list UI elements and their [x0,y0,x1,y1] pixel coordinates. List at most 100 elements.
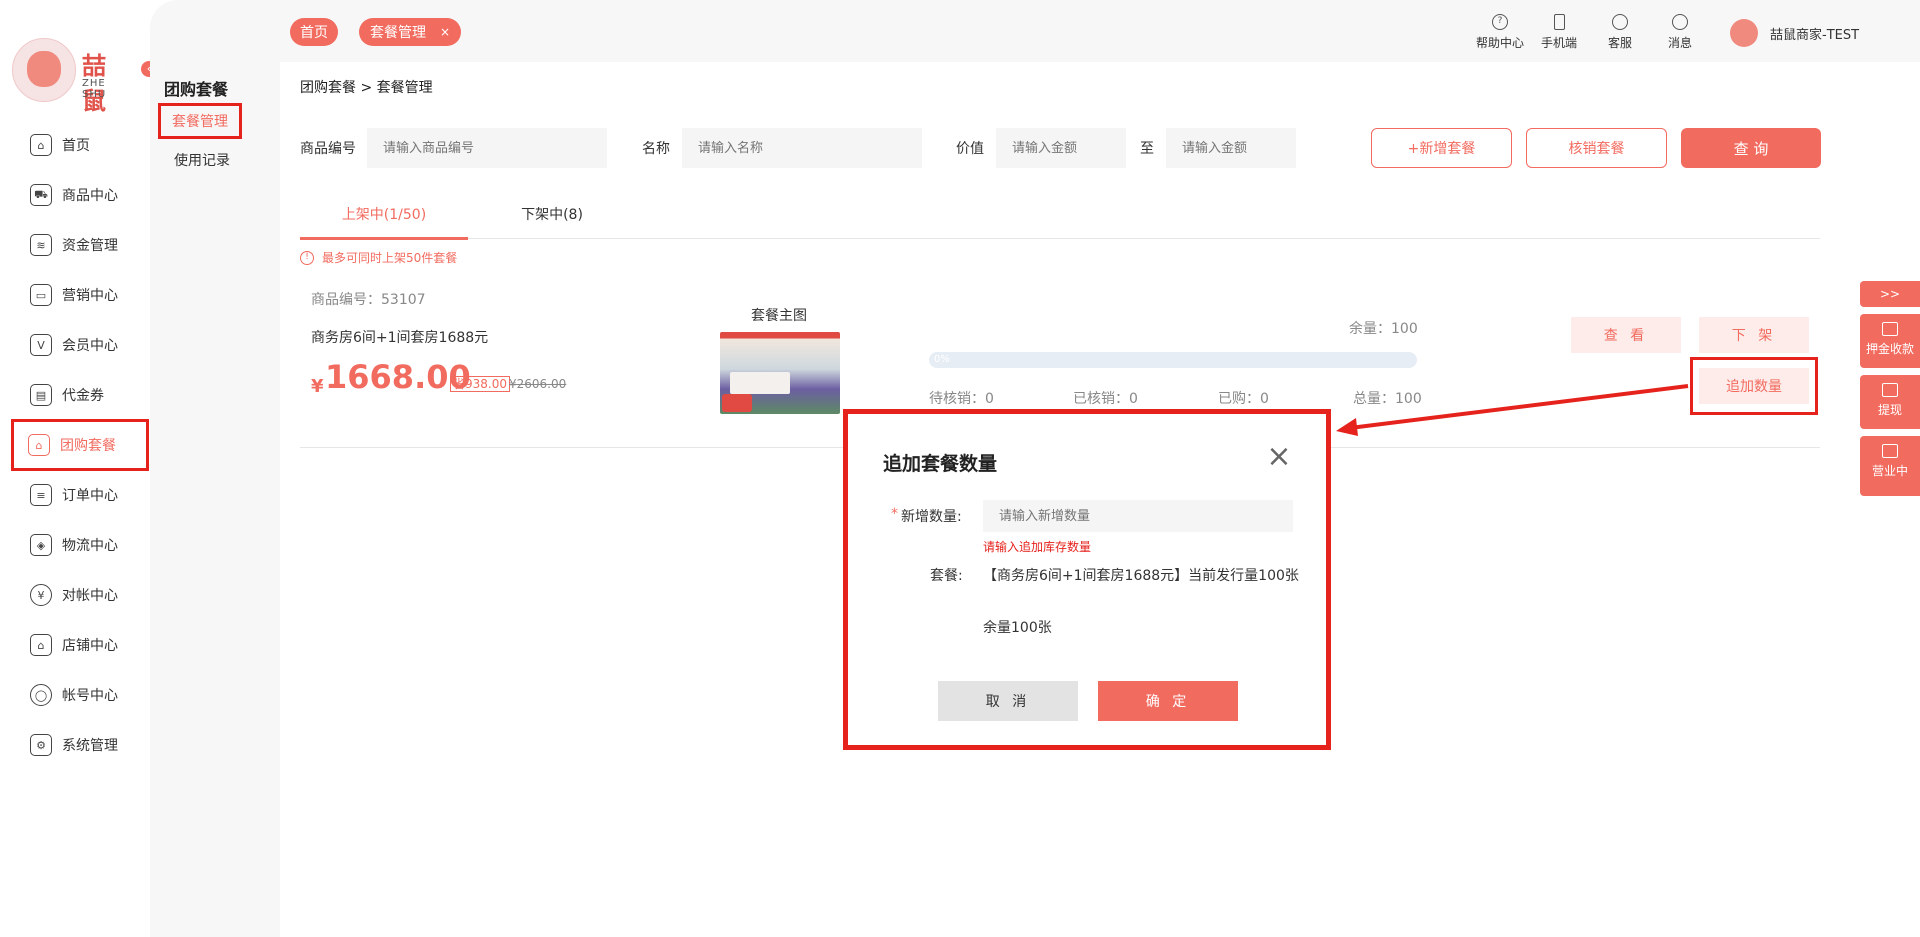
quantity-label: 新增数量: [901,509,962,525]
float-label: 营业中 [1871,464,1908,478]
sidebar-item-label: 首页 [62,138,90,154]
order-icon: ≡ [30,484,52,506]
vip-card-icon: V [30,334,52,356]
sidebar-item-home[interactable]: ⌂ 首页 [12,125,148,165]
verify-package-button[interactable]: 核销套餐 [1526,128,1667,168]
user-icon: ◯ [30,684,52,706]
sidebar-item-label: 店铺中心 [62,638,118,654]
sidebar-item-label: 系统管理 [62,738,118,754]
bought-count: 已购：0 [1218,391,1269,407]
home-icon: ⌂ [30,134,52,156]
cancel-button[interactable]: 取 消 [938,681,1078,721]
sidebar-item-label: 代金券 [62,388,104,404]
sidebar-item-label: 营销中心 [62,288,118,304]
add-quantity-button[interactable]: 追加数量 [1699,368,1809,404]
sidebar-item-label: 对帐中心 [62,588,118,604]
quantity-input[interactable] [983,500,1293,532]
tab-on-sale[interactable]: 上架中(1/50) [300,204,468,240]
sidebar-item-products[interactable]: ⛟ 商品中心 [12,175,148,215]
phone-icon [1553,14,1565,30]
withdraw-button[interactable]: 提现 [1860,375,1920,429]
close-icon[interactable]: × [440,25,450,39]
sales-progress-bar [929,352,1417,368]
tool-label: 客服 [1607,36,1632,50]
settings-icon: ⚙ [30,734,52,756]
value-label: 价值 [956,141,984,157]
sidebar-item-coupons[interactable]: ▤ 代金券 [12,375,148,415]
tab-label: 套餐管理 [369,25,426,41]
progress-text: 0% [934,354,950,365]
sidebar-item-label: 团购套餐 [60,438,116,454]
card-icon [1882,322,1898,336]
deposit-collection-button[interactable]: 押金收款 [1860,314,1920,368]
help-center[interactable]: ? 帮助中心 [1472,14,1528,51]
breadcrumb: 团购套餐 > 套餐管理 [300,80,433,96]
original-price: ¥2606.00 [509,377,567,391]
view-button[interactable]: 查 看 [1571,317,1681,353]
code-label: 商品编号 [300,141,356,157]
avatar[interactable] [1730,19,1758,47]
sidebar-item-logistics[interactable]: ◈ 物流中心 [12,525,148,565]
tool-label: 消息 [1667,36,1692,50]
merchant-name[interactable]: 喆鼠商家-TEST [1770,24,1859,43]
remaining-quantity: 余量：100 [1349,321,1418,337]
customer-service[interactable]: 客服 [1592,14,1648,51]
warning-message: ! 最多可同时上架50件套餐 [300,249,457,266]
shop-icon: ⌂ [30,634,52,656]
chat-icon [1672,14,1688,30]
business-status-button[interactable]: 营业中 [1860,436,1920,496]
float-toggle-button[interactable]: >> [1860,281,1920,307]
tab-off-sale[interactable]: 下架中(8) [478,204,626,226]
sidebar-item-label: 资金管理 [62,238,118,254]
tool-label: 手机端 [1540,36,1577,50]
remaining-info: 余量100张 [983,620,1052,636]
annotation-arrow [1336,384,1689,436]
sub-sidebar [150,0,280,937]
tab-home[interactable]: 首页 [290,18,338,46]
mobile[interactable]: 手机端 [1531,14,1587,51]
marketing-icon: ▭ [30,284,52,306]
sidebar-item-system[interactable]: ⚙ 系统管理 [12,725,148,765]
sidebar-item-reconciliation[interactable]: ¥ 对帐中心 [12,575,148,615]
sidebar-item-members[interactable]: V 会员中心 [12,325,148,365]
confirm-button[interactable]: 确 定 [1098,681,1238,721]
min-value-input[interactable] [996,128,1126,168]
sidebar-item-funds[interactable]: ≋ 资金管理 [12,225,148,265]
sidebar-item-label: 帐号中心 [62,688,118,704]
float-label: 提现 [1877,403,1902,417]
package-main-image[interactable] [720,332,840,414]
quantity-error: 请输入追加库存数量 [983,540,1092,554]
box-icon: ◈ [30,534,52,556]
max-value-input[interactable] [1166,128,1296,168]
float-label: 押金收款 [1865,342,1914,356]
coupon-icon: ▤ [30,384,52,406]
sidebar-item-marketing[interactable]: ▭ 营销中心 [12,275,148,315]
sidebar-item-group-packages[interactable]: ⌂ 团购套餐 [11,419,149,471]
add-package-button[interactable]: +新增套餐 [1371,128,1512,168]
alert-icon: ! [300,250,314,265]
messages[interactable]: 消息 [1652,14,1708,51]
headset-icon [1612,14,1628,30]
package-label: 套餐: [930,568,963,584]
take-down-button[interactable]: 下 架 [1699,317,1809,353]
name-input[interactable] [682,128,922,168]
code-input[interactable] [367,128,607,168]
sidebar-item-orders[interactable]: ≡ 订单中心 [12,475,148,515]
subnav-item-usage-records[interactable]: 使用记录 [174,150,230,170]
sidebar-item-shop[interactable]: ⌂ 店铺中心 [12,625,148,665]
question-icon: ? [1492,14,1508,30]
bag-icon: ⌂ [28,434,50,456]
close-icon[interactable]: × [1264,442,1294,474]
verified-count: 已核销：0 [1073,391,1138,407]
subnav-item-package-management[interactable]: 套餐管理 [158,103,242,139]
tab-package-management[interactable]: 套餐管理 × [359,18,461,46]
brand-name-en: ZHE SHU [82,78,107,100]
product-code: 商品编号：53107 [311,292,426,308]
product-price: 1668.00 [325,358,471,396]
sidebar-item-label: 订单中心 [62,488,118,504]
sidebar-item-label: 会员中心 [62,338,118,354]
image-caption: 套餐主图 [751,308,807,324]
to-label: 至 [1140,141,1154,157]
query-button[interactable]: 查 询 [1681,128,1821,168]
sidebar-item-account[interactable]: ◯ 帐号中心 [12,675,148,715]
